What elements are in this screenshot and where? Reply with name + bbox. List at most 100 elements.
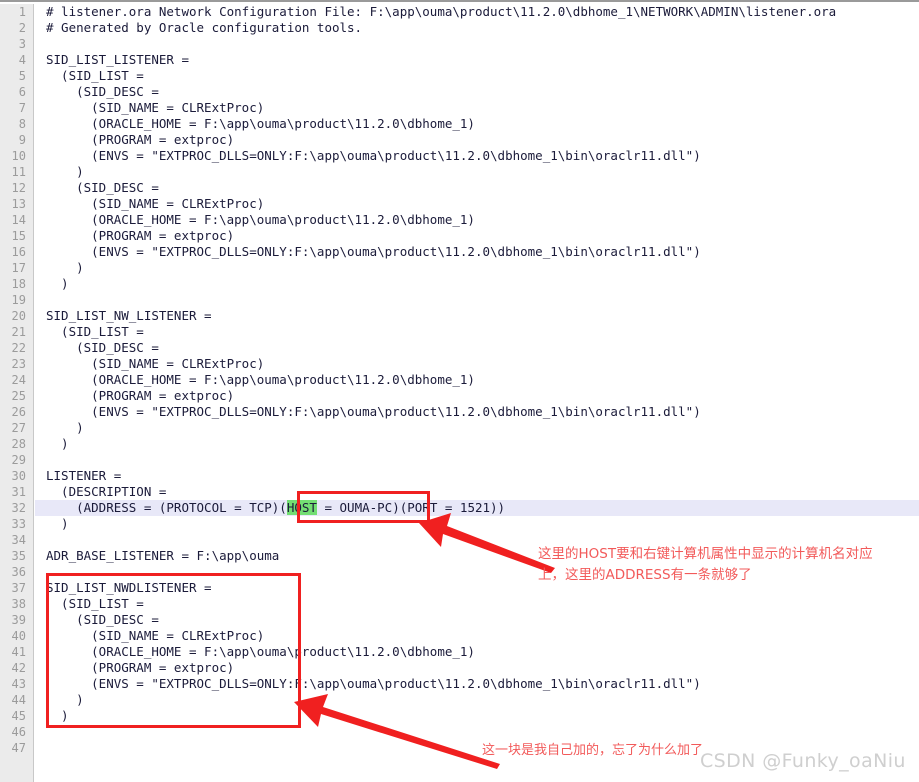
line-number: 22: [11, 341, 26, 355]
code-line[interactable]: 30 LISTENER =: [0, 468, 919, 484]
line-text-after-match: = OUMA-PC)(PORT = 1521)): [316, 500, 506, 515]
line-number: 45: [11, 709, 26, 723]
code-line[interactable]: 22 (SID_DESC =: [0, 340, 919, 356]
code-line[interactable]: 42 (PROGRAM = extproc): [0, 660, 919, 676]
code-line[interactable]: 39 (SID_DESC =: [0, 612, 919, 628]
line-text: (ENVS = "EXTPROC_DLLS=ONLY:F:\app\ouma\p…: [46, 404, 701, 419]
code-line[interactable]: 38 (SID_LIST =: [0, 596, 919, 612]
code-line[interactable]: 20 SID_LIST_NW_LISTENER =: [0, 308, 919, 324]
search-match-highlight: HOST: [286, 500, 317, 515]
code-line[interactable]: 21 (SID_LIST =: [0, 324, 919, 340]
line-text: (DESCRIPTION =: [46, 484, 167, 499]
line-number: 13: [11, 197, 26, 211]
code-line[interactable]: 29: [0, 452, 919, 468]
code-line[interactable]: 24 (ORACLE_HOME = F:\app\ouma\product\11…: [0, 372, 919, 388]
line-number: 36: [11, 565, 26, 579]
line-text: (ORACLE_HOME = F:\app\ouma\product\11.2.…: [46, 372, 475, 387]
code-line[interactable]: 6 (SID_DESC =: [0, 84, 919, 100]
line-number: 20: [11, 309, 26, 323]
code-editor[interactable]: 1 # listener.ora Network Configuration Fi…: [0, 4, 919, 782]
code-line[interactable]: 1 # listener.ora Network Configuration Fi…: [0, 4, 919, 20]
code-line[interactable]: 5 (SID_LIST =: [0, 68, 919, 84]
code-line[interactable]: 2 # Generated by Oracle configuration too…: [0, 20, 919, 36]
line-text: ADR_BASE_LISTENER = F:\app\ouma: [46, 548, 280, 563]
line-text: ): [46, 516, 69, 531]
code-line[interactable]: 9 (PROGRAM = extproc): [0, 132, 919, 148]
line-number: 6: [18, 85, 26, 99]
code-line[interactable]: 15 (PROGRAM = extproc): [0, 228, 919, 244]
line-number: 9: [18, 133, 26, 147]
host-annotation-text: 这里的HOST要和右键计算机属性中显示的计算机名对应 上，这里的ADDRESS有…: [538, 546, 873, 583]
line-text: (ENVS = "EXTPROC_DLLS=ONLY:F:\app\ouma\p…: [46, 676, 701, 691]
line-number: 44: [11, 693, 26, 707]
code-line[interactable]: 41 (ORACLE_HOME = F:\app\ouma\product\11…: [0, 644, 919, 660]
line-number: 5: [18, 69, 26, 83]
line-number: 24: [11, 373, 26, 387]
line-number: 26: [11, 405, 26, 419]
csdn-watermark: CSDN @Funky_oaNiu: [700, 750, 906, 772]
screenshot-root: 1 # listener.ora Network Configuration Fi…: [0, 0, 919, 782]
code-line[interactable]: 19: [0, 292, 919, 308]
line-text: (ADDRESS = (PROTOCOL = TCP)(HOST = OUMA-…: [46, 500, 505, 516]
line-text: ): [46, 436, 69, 451]
line-number: 47: [11, 741, 26, 755]
code-line[interactable]: 8 (ORACLE_HOME = F:\app\ouma\product\11.…: [0, 116, 919, 132]
code-line[interactable]: 25 (PROGRAM = extproc): [0, 388, 919, 404]
line-text: (SID_LIST =: [46, 596, 144, 611]
line-number: 32: [11, 501, 26, 515]
line-text: (SID_DESC =: [46, 180, 159, 195]
line-text: (ORACLE_HOME = F:\app\ouma\product\11.2.…: [46, 116, 475, 131]
line-number: 43: [11, 677, 26, 691]
code-line[interactable]: 31 (DESCRIPTION =: [0, 484, 919, 500]
line-number: 14: [11, 213, 26, 227]
code-line[interactable]: 14 (ORACLE_HOME = F:\app\ouma\product\11…: [0, 212, 919, 228]
code-line[interactable]: 26 (ENVS = "EXTPROC_DLLS=ONLY:F:\app\oum…: [0, 404, 919, 420]
code-line[interactable]: 45 ): [0, 708, 919, 724]
code-line[interactable]: 18 ): [0, 276, 919, 292]
line-text: (SID_LIST =: [46, 68, 144, 83]
line-number: 30: [11, 469, 26, 483]
line-text: (SID_NAME = CLRExtProc): [46, 356, 265, 371]
code-line[interactable]: 7 (SID_NAME = CLRExtProc): [0, 100, 919, 116]
code-line[interactable]: 46: [0, 724, 919, 740]
line-text: (ORACLE_HOME = F:\app\ouma\product\11.2.…: [46, 212, 475, 227]
line-number: 8: [18, 117, 26, 131]
code-line[interactable]: 32 (ADDRESS = (PROTOCOL = TCP)(HOST = OU…: [0, 500, 919, 516]
line-text: ): [46, 276, 69, 291]
code-line[interactable]: 4 SID_LIST_LISTENER =: [0, 52, 919, 68]
line-number: 2: [18, 21, 26, 35]
line-number: 39: [11, 613, 26, 627]
line-text: (SID_NAME = CLRExtProc): [46, 628, 265, 643]
code-line[interactable]: 23 (SID_NAME = CLRExtProc): [0, 356, 919, 372]
line-number: 10: [11, 149, 26, 163]
line-number: 16: [11, 245, 26, 259]
code-line[interactable]: 40 (SID_NAME = CLRExtProc): [0, 628, 919, 644]
code-line[interactable]: 28 ): [0, 436, 919, 452]
code-line[interactable]: 3: [0, 36, 919, 52]
line-number: 34: [11, 533, 26, 547]
code-line[interactable]: 17 ): [0, 260, 919, 276]
line-text: (PROGRAM = extproc): [46, 228, 235, 243]
line-text: (PROGRAM = extproc): [46, 388, 235, 403]
line-number: 40: [11, 629, 26, 643]
code-line[interactable]: 10 (ENVS = "EXTPROC_DLLS=ONLY:F:\app\oum…: [0, 148, 919, 164]
code-line[interactable]: 33 ): [0, 516, 919, 532]
line-number: 38: [11, 597, 26, 611]
line-number: 41: [11, 645, 26, 659]
line-text: (SID_NAME = CLRExtProc): [46, 100, 265, 115]
code-line[interactable]: 43 (ENVS = "EXTPROC_DLLS=ONLY:F:\app\oum…: [0, 676, 919, 692]
line-text: SID_LIST_NWDLISTENER =: [46, 580, 212, 595]
code-line[interactable]: 11 ): [0, 164, 919, 180]
line-number: 27: [11, 421, 26, 435]
line-text: (ENVS = "EXTPROC_DLLS=ONLY:F:\app\ouma\p…: [46, 148, 701, 163]
line-number: 31: [11, 485, 26, 499]
line-number: 15: [11, 229, 26, 243]
code-line[interactable]: 13 (SID_NAME = CLRExtProc): [0, 196, 919, 212]
line-text: SID_LIST_LISTENER =: [46, 52, 189, 67]
code-line[interactable]: 16 (ENVS = "EXTPROC_DLLS=ONLY:F:\app\oum…: [0, 244, 919, 260]
code-line[interactable]: 12 (SID_DESC =: [0, 180, 919, 196]
line-number: 18: [11, 277, 26, 291]
code-line[interactable]: 44 ): [0, 692, 919, 708]
line-text: ): [46, 164, 84, 179]
code-line[interactable]: 27 ): [0, 420, 919, 436]
